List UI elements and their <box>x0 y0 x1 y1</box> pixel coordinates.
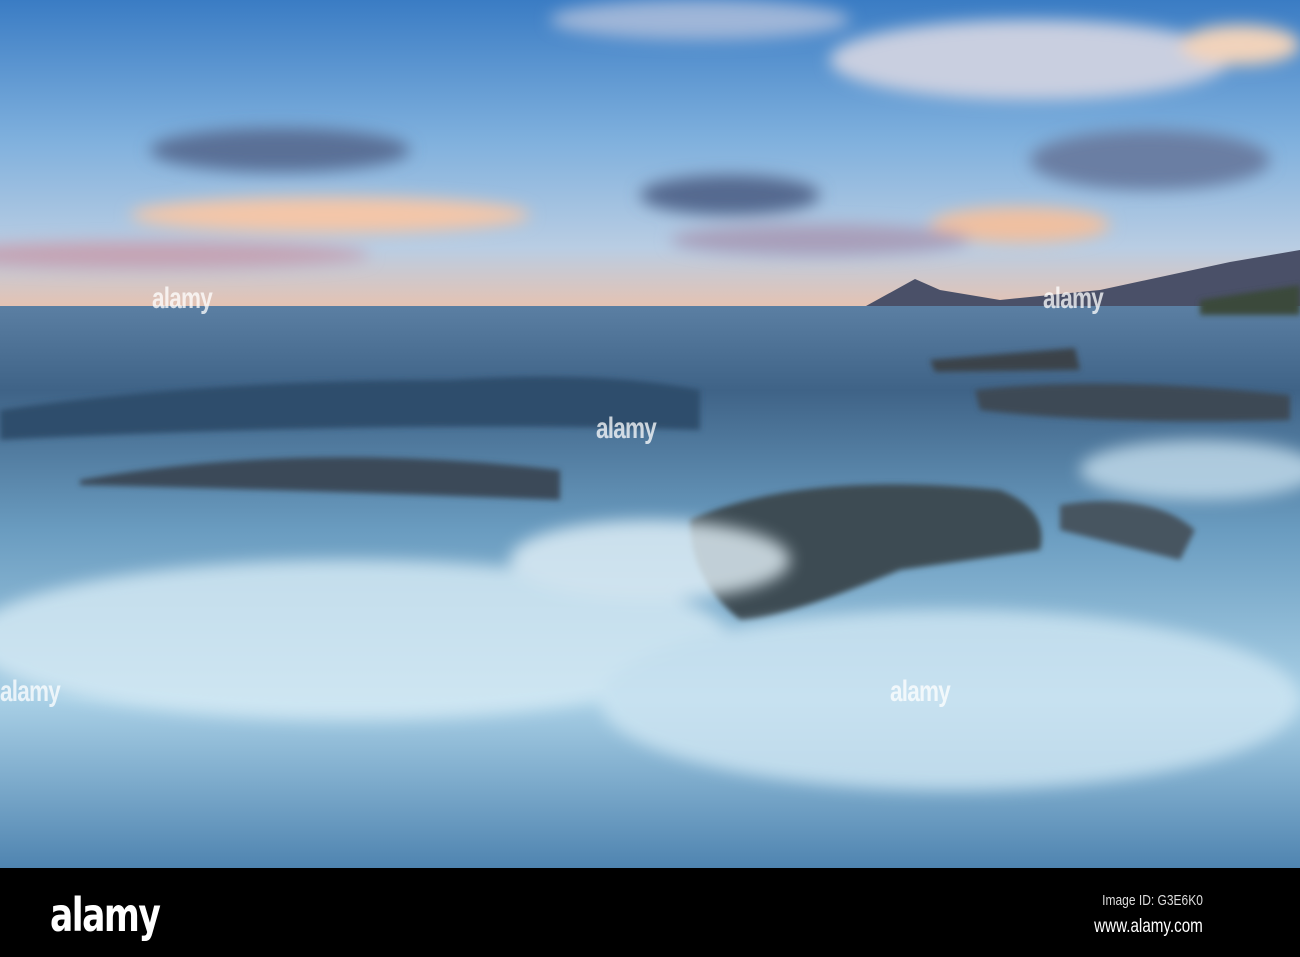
website-link[interactable]: www.alamy.com <box>1094 916 1203 938</box>
stock-photo: alamy alamy alamy alamy alamy alamy Imag… <box>0 0 1300 957</box>
image-id: Image ID: G3E6K0 <box>1102 892 1203 909</box>
watermark: alamy <box>1043 282 1104 315</box>
watermark: alamy <box>0 675 61 708</box>
watermark: alamy <box>152 282 213 315</box>
footer-bar: alamy Image ID: G3E6K0 www.alamy.com <box>0 868 1300 957</box>
watermark: alamy <box>890 675 951 708</box>
alamy-logo: alamy <box>50 888 161 942</box>
watermark: alamy <box>596 412 657 445</box>
